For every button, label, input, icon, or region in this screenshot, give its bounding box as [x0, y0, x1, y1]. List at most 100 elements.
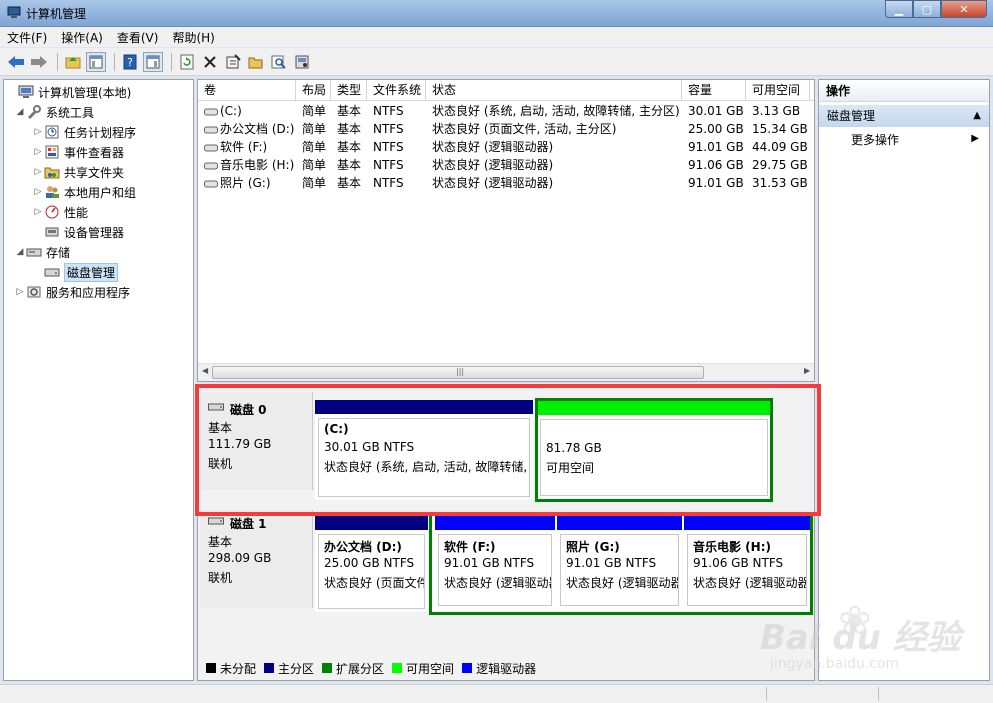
- menu-view[interactable]: 查看(V): [110, 29, 166, 46]
- table-row[interactable]: (C:) 简单 基本 NTFS 状态良好 (系统, 启动, 活动, 故障转储, …: [198, 102, 814, 120]
- partition-f[interactable]: 软件 (F:) 91.01 GB NTFS 状态良好 (逻辑驱动器: [435, 516, 555, 609]
- column-header-layout[interactable]: 布局: [296, 80, 331, 100]
- partition-body: 办公文档 (D:) 25.00 GB NTFS 状态良好 (页面文件: [318, 534, 425, 609]
- legend-swatch-logical: [462, 663, 473, 673]
- partition-title: 音乐电影 (H:): [693, 540, 771, 554]
- table-row[interactable]: 照片 (G:) 简单 基本 NTFS 状态良好 (逻辑驱动器) 91.01 GB…: [198, 174, 814, 192]
- expand-arrow-icon[interactable]: ▷: [32, 147, 44, 157]
- expand-arrow-icon[interactable]: ▷: [32, 187, 44, 197]
- collapse-arrow-icon[interactable]: ◢: [14, 247, 26, 257]
- tree-item-task-scheduler[interactable]: ▷ 任务计划程序: [32, 122, 136, 142]
- free-space-cell: 29.75 GB: [752, 158, 808, 172]
- tree-label: 服务和应用程序: [46, 285, 131, 300]
- partition-status: 状态良好 (逻辑驱动器: [566, 576, 678, 590]
- collapse-arrow-icon[interactable]: ◢: [14, 107, 26, 117]
- partition-title: 办公文档 (D:): [324, 540, 402, 554]
- volume-list-header: 卷 布局 类型 文件系统 状态 容量 可用空间: [198, 80, 814, 101]
- menu-help[interactable]: 帮助(H): [165, 29, 221, 46]
- partition-size: 91.01 GB NTFS: [444, 556, 535, 570]
- primary-partition-bar: [315, 516, 428, 530]
- column-header-volume[interactable]: 卷: [198, 80, 296, 100]
- extended-partition[interactable]: 软件 (F:) 91.01 GB NTFS 状态良好 (逻辑驱动器 照片 (G:…: [429, 512, 813, 615]
- legend-label: 可用空间: [406, 661, 455, 676]
- tree-item-services-apps[interactable]: ▷ 服务和应用程序: [14, 282, 130, 302]
- tree-item-storage[interactable]: ◢ 存储: [14, 242, 70, 262]
- maximize-button[interactable]: ▢: [913, 0, 941, 18]
- partition-size: 91.06 GB NTFS: [693, 556, 784, 570]
- tree-item-shared-folders[interactable]: ▷ 共享文件夹: [32, 162, 124, 182]
- minimize-button[interactable]: ▁: [885, 0, 913, 18]
- table-row[interactable]: 软件 (F:) 简单 基本 NTFS 状态良好 (逻辑驱动器) 91.01 GB…: [198, 138, 814, 156]
- expand-arrow-icon[interactable]: ▷: [14, 287, 26, 297]
- find-icon[interactable]: [269, 52, 289, 72]
- toolbar-separator: [171, 52, 172, 71]
- tree-label: 设备管理器: [64, 225, 125, 240]
- forward-icon[interactable]: [29, 52, 49, 72]
- tree-label: 性能: [64, 205, 89, 220]
- column-header-type[interactable]: 类型: [331, 80, 367, 100]
- scroll-right-icon[interactable]: ▶: [804, 366, 810, 375]
- menu-action[interactable]: 操作(A): [54, 29, 110, 46]
- volume-cell: 办公文档 (D:): [198, 120, 296, 138]
- users-icon: [46, 186, 59, 198]
- scroll-left-icon[interactable]: ◀: [202, 366, 208, 375]
- horizontal-scrollbar[interactable]: ◀ ||| ▶: [198, 363, 814, 381]
- tree-item-computer-management[interactable]: 计算机管理(本地): [6, 82, 131, 102]
- column-header-free-space[interactable]: 可用空间: [746, 80, 810, 100]
- close-button[interactable]: ✕: [941, 0, 987, 18]
- layout-cell: 简单: [302, 122, 327, 136]
- capacity-cell: 91.01 GB: [688, 140, 744, 154]
- disk-check-icon[interactable]: [292, 52, 312, 72]
- refresh-icon[interactable]: [177, 52, 197, 72]
- collapse-up-icon[interactable]: ▲: [973, 105, 981, 127]
- status-cell: 状态良好 (页面文件, 活动, 主分区): [432, 122, 617, 136]
- open-icon[interactable]: [246, 52, 266, 72]
- more-actions-item[interactable]: 更多操作: [851, 131, 899, 149]
- toolbar-separator: [57, 52, 58, 71]
- layout-cell: 简单: [302, 140, 327, 154]
- column-header-status[interactable]: 状态: [426, 80, 682, 100]
- show-tree-icon[interactable]: [86, 51, 106, 72]
- submenu-arrow-icon[interactable]: ▶: [971, 133, 979, 144]
- disk-icon: [208, 517, 224, 525]
- expand-arrow-icon[interactable]: ▷: [32, 167, 44, 177]
- legend-label: 主分区: [278, 661, 315, 676]
- actions-section-disk-management[interactable]: 磁盘管理 ▲: [819, 105, 989, 127]
- table-row[interactable]: 办公文档 (D:) 简单 基本 NTFS 状态良好 (页面文件, 活动, 主分区…: [198, 120, 814, 138]
- volume-name: 音乐电影 (H:): [220, 158, 295, 172]
- volume-name: (C:): [220, 104, 242, 118]
- help-icon[interactable]: ?: [120, 52, 140, 72]
- type-cell: 基本: [337, 122, 362, 136]
- logical-drive-bar: [557, 516, 682, 530]
- tree-label: 事件查看器: [64, 145, 125, 160]
- tree-item-disk-management[interactable]: 磁盘管理: [32, 262, 119, 282]
- up-folder-icon[interactable]: [63, 52, 83, 72]
- table-row[interactable]: 音乐电影 (H:) 简单 基本 NTFS 状态良好 (逻辑驱动器) 91.06 …: [198, 156, 814, 174]
- layout-cell: 简单: [302, 104, 327, 118]
- window-title: 计算机管理: [26, 7, 87, 21]
- tree-item-performance[interactable]: ▷ 性能: [32, 202, 88, 222]
- menu-file[interactable]: 文件(F): [0, 29, 54, 46]
- drive-icon: [204, 180, 218, 187]
- partition-g[interactable]: 照片 (G:) 91.01 GB NTFS 状态良好 (逻辑驱动器: [557, 516, 682, 609]
- services-icon: [27, 286, 41, 298]
- delete-icon[interactable]: [200, 52, 220, 72]
- partition-d[interactable]: 办公文档 (D:) 25.00 GB NTFS 状态良好 (页面文件: [315, 516, 428, 612]
- disk-1-info[interactable]: 磁盘 1 基本 298.09 GB 联机: [200, 510, 313, 608]
- tree-item-device-manager[interactable]: 设备管理器: [32, 222, 124, 242]
- back-icon[interactable]: [6, 52, 26, 72]
- toolbar-separator: [114, 52, 115, 71]
- expand-arrow-icon[interactable]: ▷: [32, 127, 44, 137]
- tree-item-system-tools[interactable]: ◢ 系统工具: [14, 102, 94, 122]
- tree-label: 计算机管理(本地): [38, 85, 132, 100]
- expand-arrow-icon[interactable]: ▷: [32, 207, 44, 217]
- tree-item-event-viewer[interactable]: ▷ 事件查看器: [32, 142, 124, 162]
- column-header-capacity[interactable]: 容量: [682, 80, 746, 100]
- status-separator: [878, 687, 880, 701]
- properties-icon[interactable]: [223, 52, 243, 72]
- storage-icon: [26, 248, 42, 257]
- tree-item-local-users-groups[interactable]: ▷ 本地用户和组: [32, 182, 136, 202]
- column-header-filesystem[interactable]: 文件系统: [367, 80, 426, 100]
- partition-title: 照片 (G:): [566, 540, 620, 554]
- show-action-pane-icon[interactable]: [143, 51, 163, 72]
